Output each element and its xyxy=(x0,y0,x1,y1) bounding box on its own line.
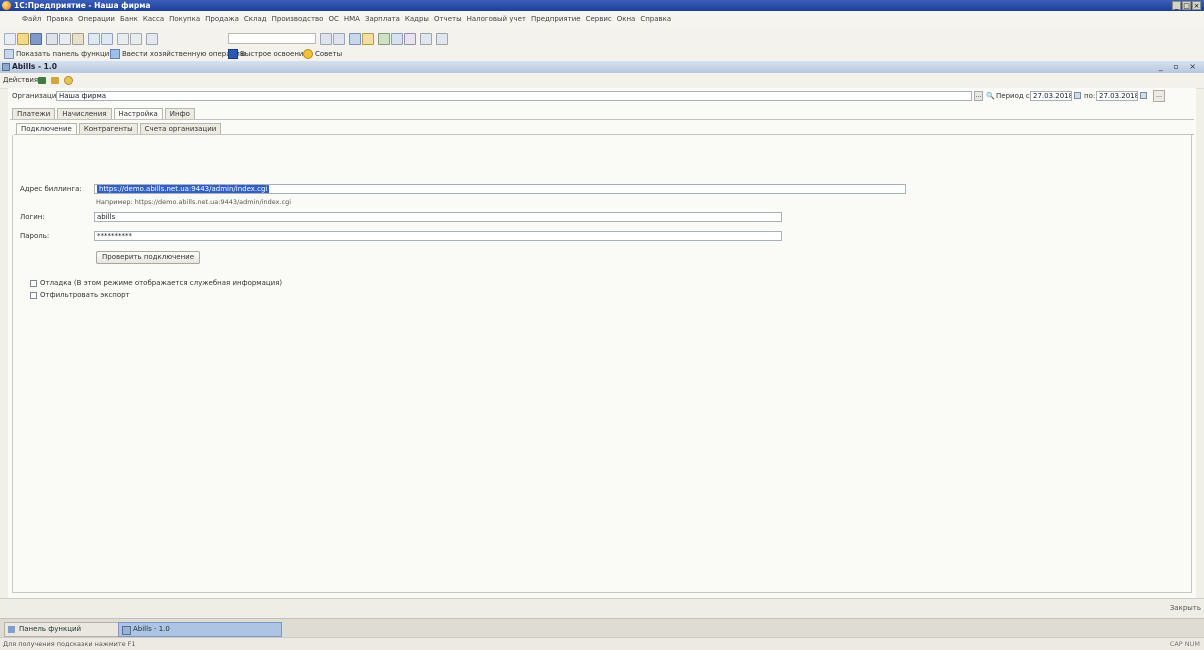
task-abills-window[interactable]: Abills - 1.0 xyxy=(118,622,282,637)
tips-icon xyxy=(303,49,313,59)
organization-field[interactable]: Наша фирма xyxy=(56,91,972,101)
window-controls: _ □ × xyxy=(1172,1,1201,10)
enter-operation-button[interactable]: Ввести хозяйственную операцию xyxy=(110,49,246,59)
save-icon[interactable] xyxy=(30,33,42,45)
period-to-field[interactable]: 27.03.2018 xyxy=(1096,91,1138,101)
connection-panel xyxy=(12,135,1192,593)
find-icon[interactable] xyxy=(146,33,158,45)
tips-label: Советы xyxy=(315,50,343,58)
functions-panel-icon xyxy=(8,626,15,633)
menu-bank[interactable]: Банк xyxy=(120,15,138,23)
menu-enterprise[interactable]: Предприятие xyxy=(531,15,581,23)
functions-toolbar: Показать панель функций Ввести хозяйстве… xyxy=(0,46,1204,62)
table-icon[interactable] xyxy=(378,33,390,45)
new-icon[interactable] xyxy=(4,33,16,45)
status-bar: Для получения подсказки нажмите F1 CAP N… xyxy=(0,637,1204,650)
app-logo-icon xyxy=(2,1,11,10)
menu-warehouse[interactable]: Склад xyxy=(244,15,267,23)
settings-form: Организация: Наша фирма … 🔍 Период с: 27… xyxy=(8,88,1196,598)
options-icon[interactable] xyxy=(436,33,448,45)
search-icon[interactable]: 🔍 xyxy=(986,92,995,100)
menu-operations[interactable]: Операции xyxy=(78,15,115,23)
show-functions-label: Показать панель функций xyxy=(16,50,114,58)
organization-select-button[interactable]: … xyxy=(974,91,983,101)
period-from-field[interactable]: 27.03.2018 xyxy=(1030,91,1072,101)
calendar-from-icon[interactable] xyxy=(1074,92,1081,99)
document-window-controls[interactable]: _ ▫ × xyxy=(1159,62,1200,71)
close-form-button[interactable]: Закрыть xyxy=(1170,604,1201,612)
copy-icon[interactable] xyxy=(59,33,71,45)
task-abills-window-label: Abills - 1.0 xyxy=(133,625,170,633)
menu-reports[interactable]: Отчеты xyxy=(434,15,462,23)
standard-toolbar xyxy=(0,29,1204,46)
tab-info[interactable]: Инфо xyxy=(164,108,195,119)
menu-production[interactable]: Производство xyxy=(272,15,324,23)
operation-icon xyxy=(110,49,120,59)
menu-os[interactable]: ОС xyxy=(328,15,338,23)
search-input[interactable] xyxy=(228,33,316,44)
menu-staff[interactable]: Кадры xyxy=(405,15,429,23)
document-icon xyxy=(2,63,10,71)
form-footer: Закрыть xyxy=(0,598,1204,619)
abills-window-icon xyxy=(122,626,131,635)
calendar-to-icon[interactable] xyxy=(1140,92,1147,99)
minimize-button[interactable]: _ xyxy=(1172,1,1181,10)
menu-salary[interactable]: Зарплата xyxy=(365,15,400,23)
maximize-button[interactable]: □ xyxy=(1182,1,1191,10)
menu-service[interactable]: Сервис xyxy=(586,15,612,23)
help-icon[interactable] xyxy=(404,33,416,45)
undo-icon[interactable] xyxy=(117,33,129,45)
zoom-icon[interactable] xyxy=(420,33,432,45)
period-from-label: Период с: xyxy=(996,92,1033,100)
search-next-icon[interactable] xyxy=(320,33,332,45)
calculator-icon[interactable] xyxy=(349,33,361,45)
tab-divider xyxy=(10,119,1194,120)
status-hint: Для получения подсказки нажмите F1 xyxy=(3,640,136,648)
search-prev-icon[interactable] xyxy=(333,33,345,45)
tab-charges[interactable]: Начисления xyxy=(57,108,112,119)
app-title: 1С:Предприятие - Наша фирма xyxy=(14,1,151,10)
paste-icon[interactable] xyxy=(72,33,84,45)
tab-payments[interactable]: Платежи xyxy=(12,108,56,119)
menu-tax[interactable]: Налоговый учет xyxy=(467,15,526,23)
close-button[interactable]: × xyxy=(1192,1,1201,10)
task-functions-panel[interactable]: Панель функций xyxy=(4,622,132,637)
panel-icon xyxy=(4,49,14,59)
quick-learning-icon xyxy=(228,49,238,59)
cut-icon[interactable] xyxy=(46,33,58,45)
show-functions-panel-button[interactable]: Показать панель функций xyxy=(4,49,114,59)
menu-windows[interactable]: Окна xyxy=(617,15,636,23)
redo-icon[interactable] xyxy=(130,33,142,45)
open-icon[interactable] xyxy=(17,33,29,45)
menu-purchase[interactable]: Покупка xyxy=(169,15,200,23)
menu-bar: Файл Правка Операции Банк Касса Покупка … xyxy=(0,11,1204,30)
menu-help[interactable]: Справка xyxy=(640,15,671,23)
quick-learning-label: Быстрое освоение xyxy=(240,50,308,58)
period-select-button[interactable]: … xyxy=(1153,90,1165,102)
refresh-icon[interactable] xyxy=(38,77,46,84)
menu-file[interactable]: Файл xyxy=(22,15,41,23)
app-title-bar: 1С:Предприятие - Наша фирма _ □ × xyxy=(0,0,1204,11)
tab-counterparties[interactable]: Контрагенты xyxy=(78,123,138,134)
window-taskbar: Панель функций Abills - 1.0 xyxy=(0,618,1204,638)
print-icon[interactable] xyxy=(88,33,100,45)
text-icon[interactable] xyxy=(391,33,403,45)
preview-icon[interactable] xyxy=(101,33,113,45)
status-indicators: CAP NUM xyxy=(1169,640,1200,648)
help-circle-icon[interactable] xyxy=(64,76,73,85)
document-title: Abills - 1.0 xyxy=(12,62,57,71)
actions-bar: Действия ▾ xyxy=(0,73,1204,89)
edit-icon[interactable] xyxy=(51,77,59,84)
menu-cash[interactable]: Касса xyxy=(143,15,164,23)
menu-nma[interactable]: НМА xyxy=(344,15,360,23)
menu-sales[interactable]: Продажа xyxy=(205,15,239,23)
period-to-label: по: xyxy=(1084,92,1096,100)
quick-learning-button[interactable]: Быстрое освоение xyxy=(228,49,308,59)
tips-button[interactable]: Советы xyxy=(303,49,342,59)
tab-org-accounts[interactable]: Счета организации xyxy=(139,123,222,134)
calendar-icon[interactable] xyxy=(362,33,374,45)
menu-edit[interactable]: Правка xyxy=(46,15,73,23)
task-functions-panel-label: Панель функций xyxy=(19,625,82,633)
